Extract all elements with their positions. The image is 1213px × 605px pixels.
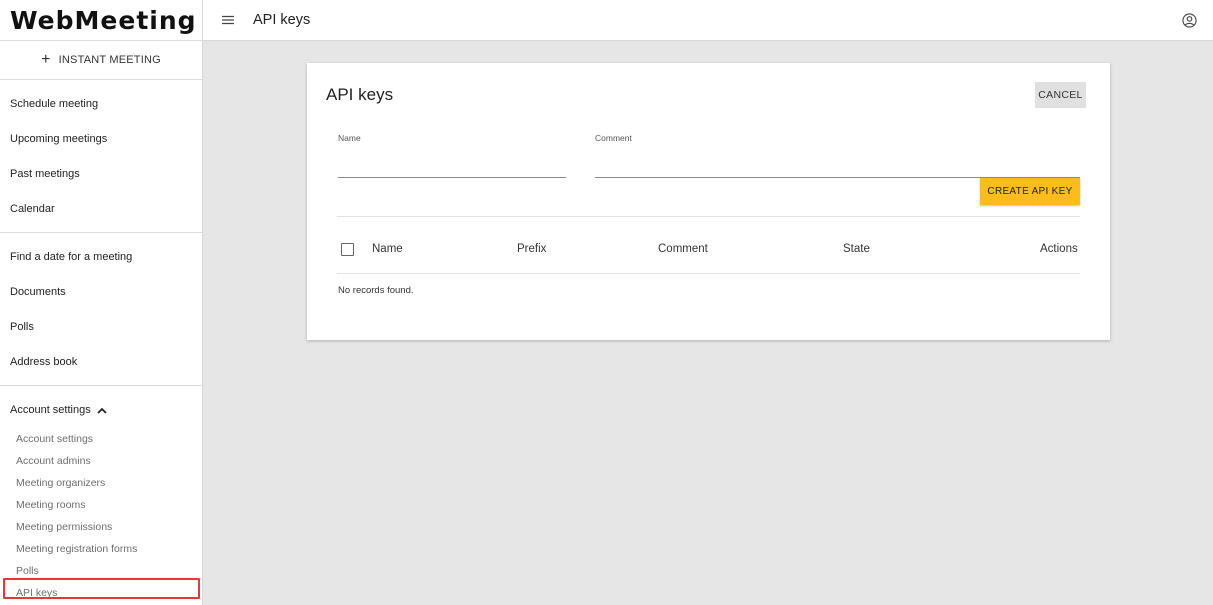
comment-field: Comment (595, 128, 1080, 178)
nav-group-meetings: Schedule meeting Upcoming meetings Past … (0, 80, 202, 233)
comment-field-label: Comment (595, 133, 632, 143)
column-header-name[interactable]: Name (372, 243, 403, 255)
create-api-key-button[interactable]: CREATE API KEY (980, 178, 1080, 205)
sidebar-item-upcoming-meetings[interactable]: Upcoming meetings (0, 121, 202, 156)
sidebar-subitem-meeting-permissions[interactable]: Meeting permissions (0, 516, 202, 538)
column-header-actions: Actions (1040, 243, 1078, 255)
sidebar-item-schedule-meeting[interactable]: Schedule meeting (0, 86, 202, 121)
nav-group-tools: Find a date for a meeting Documents Poll… (0, 233, 202, 386)
top-bar: API keys (203, 0, 1213, 41)
column-header-prefix[interactable]: Prefix (517, 243, 546, 255)
sidebar-subitem-account-admins[interactable]: Account admins (0, 450, 202, 472)
divider (337, 216, 1080, 217)
instant-meeting-label: INSTANT MEETING (58, 54, 161, 66)
name-input[interactable] (338, 156, 566, 178)
sidebar-account-settings-toggle[interactable]: Account settings (0, 392, 202, 428)
sidebar-item-calendar[interactable]: Calendar (0, 191, 202, 226)
comment-input[interactable] (595, 156, 1080, 178)
cancel-button[interactable]: CANCEL (1035, 82, 1086, 108)
sidebar-subitem-api-keys[interactable]: API keys (0, 582, 202, 604)
name-field-label: Name (338, 133, 361, 143)
sidebar-subitem-meeting-organizers[interactable]: Meeting organizers (0, 472, 202, 494)
sidebar-subitem-registration-forms[interactable]: Meeting registration forms (0, 538, 202, 560)
table-header-divider (337, 273, 1080, 274)
account-settings-label: Account settings (10, 404, 91, 416)
sidebar-item-past-meetings[interactable]: Past meetings (0, 156, 202, 191)
sidebar-item-find-date[interactable]: Find a date for a meeting (0, 239, 202, 274)
hamburger-menu-icon[interactable] (222, 15, 234, 25)
sidebar: WebMeeting + INSTANT MEETING Schedule me… (0, 0, 203, 605)
select-all-checkbox[interactable] (341, 243, 354, 256)
sidebar-subitem-meeting-rooms[interactable]: Meeting rooms (0, 494, 202, 516)
chevron-up-icon (97, 407, 107, 414)
account-icon[interactable] (1182, 13, 1197, 33)
sidebar-item-address-book[interactable]: Address book (0, 344, 202, 379)
column-header-comment[interactable]: Comment (658, 243, 708, 255)
api-keys-card: API keys CANCEL Name Comment CREATE API … (307, 63, 1110, 340)
sidebar-subitem-account-settings[interactable]: Account settings (0, 428, 202, 450)
name-field: Name (338, 128, 566, 178)
instant-meeting-button[interactable]: + INSTANT MEETING (0, 41, 202, 80)
empty-state-message: No records found. (338, 285, 414, 296)
page-title: API keys (253, 12, 311, 28)
sidebar-item-documents[interactable]: Documents (0, 274, 202, 309)
table-header: Name Prefix Comment State Actions (307, 230, 1110, 270)
card-title: API keys (326, 85, 394, 104)
sidebar-item-polls[interactable]: Polls (0, 309, 202, 344)
sidebar-subitem-polls[interactable]: Polls (0, 560, 202, 582)
app-logo[interactable]: WebMeeting (0, 0, 202, 41)
plus-icon: + (41, 51, 51, 68)
column-header-state[interactable]: State (843, 243, 870, 255)
